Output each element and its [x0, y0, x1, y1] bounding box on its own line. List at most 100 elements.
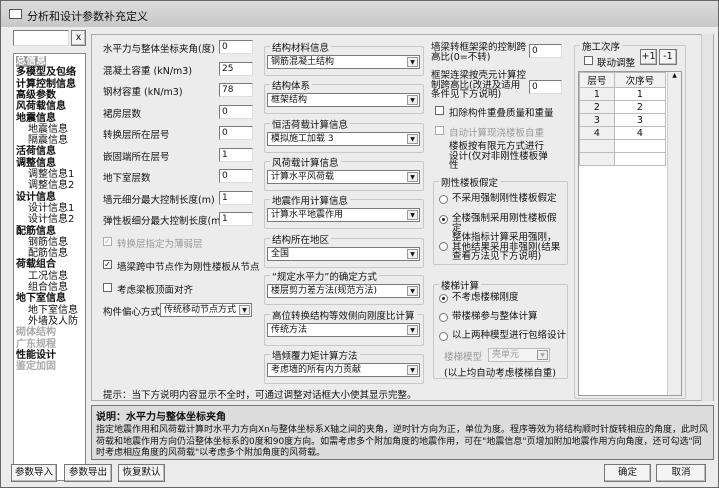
field-input[interactable]: 1 [219, 147, 253, 162]
tree-item[interactable]: 调整信息2 [28, 180, 74, 191]
tree-item[interactable]: 鉴定加固 [16, 361, 56, 372]
tree-item[interactable]: 组合信息 [28, 282, 68, 293]
radio-button[interactable] [439, 195, 448, 204]
option-select[interactable]: 全国 ▼ [267, 247, 420, 261]
field-input[interactable]: 25 [219, 61, 253, 76]
tree-item[interactable]: 配筋信息 [16, 226, 56, 237]
title-bar: 分析和设计参数补充定义 [1, 1, 718, 27]
tree-item[interactable]: 高级参数 [16, 90, 56, 101]
tree-item[interactable]: 设计信息 [16, 192, 56, 203]
table-row[interactable]: 33 [579, 113, 667, 127]
tree-item[interactable]: 计算控制信息 [16, 79, 76, 90]
option-select[interactable]: 模拟施工加载 3 ▼ [267, 132, 420, 146]
option-select[interactable]: 楼层剪力差方法(规范方法) ▼ [267, 284, 420, 298]
table-row[interactable]: 11 [579, 87, 667, 101]
tree-item[interactable]: 风荷载信息 [16, 101, 66, 112]
tree-item[interactable]: 外墙及人防 [28, 316, 78, 327]
option-select[interactable]: 考虑墙的所有内力贡献 ▼ [267, 363, 420, 377]
wall-beam-label: 墙梁转框架梁的控制跨高比(0=不转) [431, 42, 527, 63]
import-params-button[interactable]: 参数导入 [11, 464, 57, 482]
order-cell[interactable]: 1 [613, 87, 667, 101]
clear-search-button[interactable]: x [71, 30, 86, 46]
tree-item[interactable]: 隔震信息 [28, 135, 68, 146]
field-input[interactable]: 0 [219, 104, 253, 119]
radio-button[interactable] [439, 313, 448, 322]
option-select[interactable]: 钢筋混凝土结构 ▼ [267, 55, 420, 69]
auto-slab-checkbox[interactable] [435, 126, 444, 135]
tree-item[interactable]: 总信息 [16, 56, 46, 67]
checkbox[interactable]: ✓ [103, 237, 112, 246]
option-select[interactable]: 框架结构 ▼ [267, 93, 420, 107]
radio-button[interactable] [439, 242, 448, 251]
stair-model-select[interactable]: 壳单元 ▼ [488, 348, 550, 362]
tree-item[interactable]: 钢筋信息 [28, 237, 68, 248]
tree-item[interactable]: 设计信息2 [28, 214, 74, 225]
table-row[interactable]: 22 [579, 100, 667, 114]
radio-label: 整体指标计算采用强刚，其他结果采用非强刚(结果查看方法见下方说明) [452, 232, 561, 262]
tree-item[interactable]: 地下室信息 [16, 293, 66, 304]
chevron-down-icon: ▼ [407, 249, 418, 259]
tree-item[interactable]: 广东规程 [16, 339, 56, 350]
eccentric-select[interactable]: 传统移动节点方式 ▼ [160, 303, 252, 317]
tree-item[interactable]: 调整信息1 [28, 169, 74, 180]
tree-item[interactable]: 调整信息 [16, 158, 56, 169]
tree-item[interactable]: 荷载组合 [16, 259, 56, 270]
order-cell[interactable]: 4 [613, 126, 667, 140]
field-input[interactable]: 78 [219, 83, 253, 97]
tree-item[interactable]: 工况信息 [28, 271, 68, 282]
radio-button[interactable] [439, 332, 448, 341]
cancel-button[interactable]: 取消 [656, 464, 706, 482]
tree-item[interactable]: 地震信息 [28, 124, 68, 135]
radio-button[interactable] [439, 294, 448, 303]
field-input[interactable]: 1 [219, 212, 253, 226]
increment-button[interactable]: +1 [640, 49, 657, 65]
chevron-down-icon: ▼ [407, 210, 418, 220]
order-cell[interactable]: 3 [613, 113, 667, 127]
panel-scrollbar[interactable] [701, 34, 713, 401]
sequence-table[interactable]: 层号 次序号 11223344 [579, 72, 667, 166]
frame-link-input[interactable]: 0 [529, 80, 562, 94]
field-label: 地下室层数 [103, 173, 151, 184]
sequence-scrollbar[interactable]: ▲ [667, 72, 681, 395]
checkbox[interactable] [103, 283, 112, 292]
tree-item[interactable]: 设计信息1 [28, 203, 74, 214]
order-cell[interactable]: 2 [613, 100, 667, 114]
category-tree[interactable]: 总信息 多模型及包络 计算控制信息 高级参数 风荷载信息 地震信息 地震信息 隔震信息 活荷信息… [13, 53, 86, 481]
option-select[interactable]: 计算水平风荷载 ▼ [267, 170, 420, 184]
field-input[interactable]: 0 [219, 126, 253, 140]
ok-button[interactable]: 确定 [604, 464, 651, 482]
tree-item[interactable]: 活荷信息 [16, 146, 56, 157]
field-input[interactable]: 0 [219, 169, 253, 183]
tree-item[interactable]: 砌体结构 [16, 327, 56, 338]
link-adjust-checkbox[interactable] [584, 56, 593, 65]
tree-item[interactable]: 配筋信息 [28, 248, 68, 259]
description-title: 说明：水平力与整体坐标夹角 [96, 412, 226, 423]
export-params-button[interactable]: 参数导出 [64, 464, 112, 482]
option-select[interactable]: 计算水平地震作用 ▼ [267, 208, 420, 222]
tree-item[interactable]: 地下室信息 [28, 305, 78, 316]
tree-item[interactable]: 性能设计 [16, 350, 56, 361]
field-input[interactable]: 1 [219, 190, 253, 205]
option-select[interactable]: 传统方法 ▼ [267, 323, 420, 337]
option-value: 钢筋混凝土结构 [271, 57, 335, 67]
decrement-button[interactable]: -1 [659, 49, 677, 65]
floor-cell[interactable]: 1 [579, 87, 615, 101]
floor-cell[interactable]: 3 [579, 113, 615, 127]
search-input[interactable] [13, 30, 69, 46]
radio-label: 带楼梯参与整体计算 [452, 311, 538, 322]
wall-beam-input[interactable]: 0 [529, 44, 562, 58]
tree-item[interactable]: 地震信息 [16, 113, 56, 124]
empty-cell [579, 152, 615, 166]
table-row[interactable]: 44 [579, 126, 667, 140]
checkbox[interactable]: ✓ [103, 260, 112, 269]
deduct-checkbox[interactable] [435, 106, 444, 115]
radio-button[interactable] [439, 215, 448, 224]
floor-cell[interactable]: 4 [579, 126, 615, 140]
field-input[interactable]: 0 [219, 40, 253, 54]
floor-cell[interactable]: 2 [579, 100, 615, 114]
tree-item[interactable]: 多模型及包络 [16, 67, 76, 78]
radio-label: 不采用强制刚性楼板假定 [452, 193, 557, 204]
chevron-down-icon: ▼ [407, 325, 418, 335]
restore-defaults-button[interactable]: 恢复默认 [118, 464, 165, 482]
dialog-window: 分析和设计参数补充定义 x 总信息 多模型及包络 计算控制信息 高级参数 风荷载信息 地震… [0, 0, 719, 488]
